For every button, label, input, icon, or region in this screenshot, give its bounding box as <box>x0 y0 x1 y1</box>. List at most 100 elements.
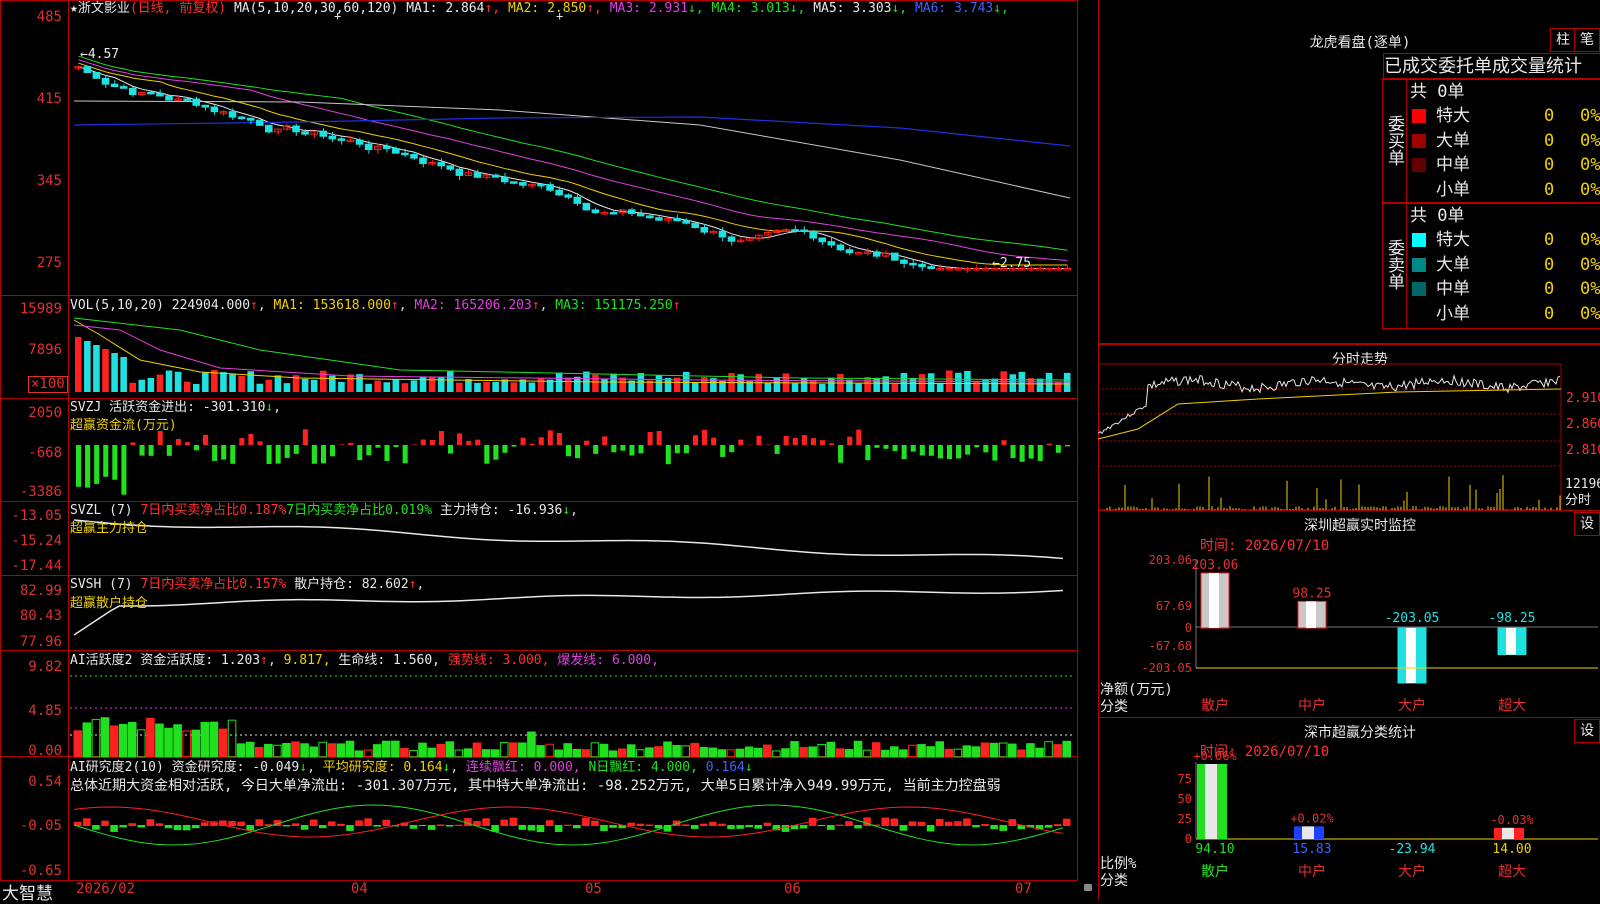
candle-yaxis-415: 415 <box>36 91 62 107</box>
ma120-line <box>73 116 1071 147</box>
ai2-yaxis-bot: -0.65 <box>19 863 62 879</box>
ai1-bar <box>971 746 981 758</box>
ai2-label: AI研究度2(10) <box>70 760 164 775</box>
bar-mode-button[interactable]: 柱 <box>1550 28 1576 52</box>
ai1-bar <box>626 744 636 758</box>
candle-body <box>410 154 418 159</box>
ai1-bar <box>1017 749 1026 758</box>
ai2-bar <box>382 819 391 826</box>
ai2-bar <box>518 825 527 830</box>
vol-unit-box[interactable]: ×100 <box>28 376 68 393</box>
ai1-bar <box>962 745 972 758</box>
ai1-bar <box>536 745 545 758</box>
volume-bar <box>1036 378 1044 392</box>
ai2-bar <box>981 823 989 826</box>
ai1-bar <box>998 742 1008 758</box>
arrow-down-icon: ↓ <box>442 760 451 775</box>
color-swatch-icon <box>1412 182 1426 197</box>
ai1-bar <box>645 747 654 758</box>
candle-body <box>401 152 409 156</box>
sz-class-bar-highlight <box>1205 764 1217 839</box>
ai2-bar <box>146 819 155 826</box>
intraday-chart[interactable] <box>1098 344 1600 511</box>
ai2-bar <box>890 818 899 826</box>
ma-value-1: MA1: 2.864 <box>406 1 485 16</box>
sz-class-chart[interactable]: 75 50 25 0 +0.06% 94.10 散户 +0.02% 15.83 中户 -23.94 大… <box>1098 717 1600 900</box>
sz-class-cat: 中户 <box>1298 863 1326 880</box>
ai2-bar <box>527 825 536 831</box>
volume-bar <box>1009 374 1017 392</box>
ai1-bar <box>808 746 817 758</box>
ai2-bar <box>1062 818 1071 826</box>
sell-value: 0 <box>1544 303 1555 324</box>
candle-body <box>981 268 990 271</box>
ma-params: MA(5,10,20,30,60,120) <box>233 1 399 16</box>
ai1-bar <box>309 746 318 758</box>
arrow-up-icon: ↑, <box>586 1 602 16</box>
lock-icon[interactable] <box>1084 884 1092 891</box>
ai2-bar <box>427 825 436 830</box>
svsh-t2: 散户持仓: 82.602 <box>294 577 409 592</box>
ai1-bar <box>672 744 681 758</box>
buy-pct: 0% <box>1580 155 1600 175</box>
buy-value: 0 <box>1544 106 1555 126</box>
ai1-bar <box>880 749 890 758</box>
volume-bar <box>900 372 908 392</box>
volume-bar <box>392 379 400 392</box>
ai2-bar <box>573 825 581 829</box>
star-icon[interactable]: ★ <box>70 1 78 16</box>
ai2-bar <box>291 823 300 826</box>
sz-monitor-cat: 超大 <box>1498 698 1526 714</box>
sz-monitor-bar-highlight <box>1209 573 1219 628</box>
candle-body <box>491 174 500 178</box>
buy-name: 大单 <box>1436 130 1470 151</box>
candle-body <box>836 244 845 251</box>
svzl-t3: 主力持仓: -16.936 <box>439 503 563 518</box>
ai2-bar <box>736 825 744 829</box>
stroke-mode-button[interactable]: 笔 <box>1574 28 1600 52</box>
ai2-bar <box>600 825 608 831</box>
sz-class-bar-highlight <box>1502 827 1514 839</box>
intraday-price-line <box>1098 374 1561 435</box>
candle-body <box>609 212 618 215</box>
volume-bar <box>1045 372 1053 392</box>
sz-class-bar-top: +0.06% <box>1193 749 1237 763</box>
sz-monitor-chart[interactable]: 203.06 67.69 0 -67.68 -203.05 203.06 散户 98.25 中户… <box>1098 510 1600 718</box>
ai2-t1: 资金研究度: -0.049 <box>171 760 300 775</box>
vol-ma1: MA1: 153618.000 <box>273 298 391 313</box>
ai1-bar <box>935 741 944 758</box>
sell-pct: 0% <box>1580 254 1600 275</box>
sell-pct: 0% <box>1580 279 1600 299</box>
ma-value-3: MA3: 2.931 <box>601 1 688 16</box>
ai2-yaxis-mid: -0.05 <box>19 818 62 834</box>
ai1-bar <box>953 748 963 758</box>
ai1-bar <box>336 743 346 758</box>
arrow-up-icon: ↑, <box>484 1 501 16</box>
arrow-down-icon: ↓, <box>891 1 908 16</box>
ai2-bar <box>173 825 182 831</box>
ai2-bar <box>972 825 980 828</box>
ai2-bar <box>899 825 908 831</box>
ai1-bar <box>445 741 455 758</box>
candle-body <box>564 194 572 198</box>
sz-class-ytick: 50 <box>1178 792 1192 806</box>
volume-bar <box>310 379 318 392</box>
volume-bar <box>283 383 291 392</box>
candle-body <box>673 217 681 222</box>
ai2-bar <box>237 821 245 826</box>
ai2-bar <box>845 821 853 826</box>
volume-bar <box>927 373 935 392</box>
svzj-sub: 超赢资金流(万元) <box>70 418 177 433</box>
buy-total: 共 0单 <box>1410 82 1465 102</box>
ai1-bar <box>853 740 863 758</box>
xaxis-label-3: 06 <box>784 881 801 897</box>
sz-monitor-ytick: 0 <box>1185 621 1192 635</box>
ai2-bar <box>337 823 345 826</box>
arrow-up-icon: ↑ <box>408 577 417 592</box>
ai1-t3: 生命线: 1.560, <box>338 653 441 668</box>
vol-value: 224904.000 <box>171 298 251 313</box>
volume-bar <box>274 375 282 392</box>
sell-name: 特大 <box>1436 230 1470 250</box>
buy-pct: 0% <box>1580 106 1600 126</box>
ai1-bar <box>581 749 591 758</box>
